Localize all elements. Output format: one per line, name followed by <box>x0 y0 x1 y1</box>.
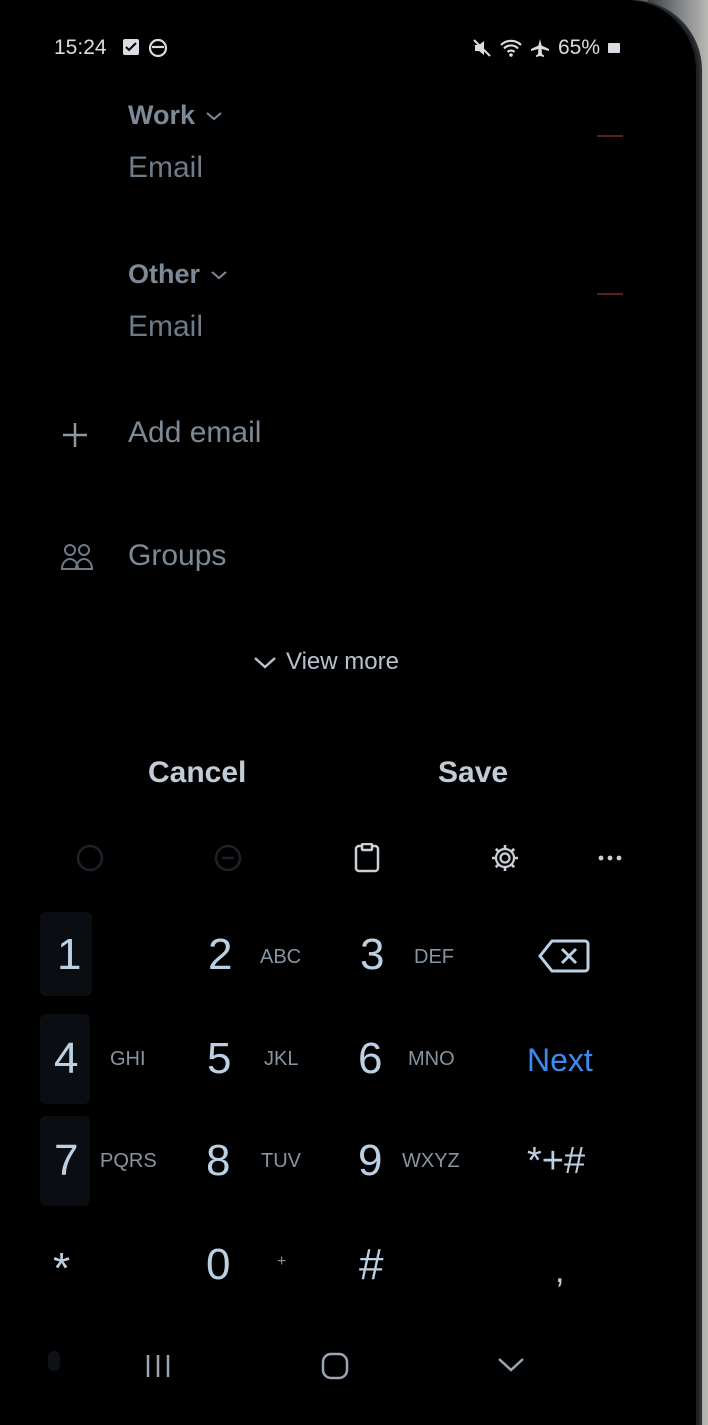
key-7-number: 7 <box>54 1136 79 1185</box>
key-5-number: 5 <box>207 1034 232 1083</box>
save-button[interactable]: Save <box>438 756 508 790</box>
microphone-icon[interactable] <box>42 1349 66 1383</box>
email-type-selector-other[interactable]: Other <box>128 259 228 290</box>
remove-email-other-button[interactable] <box>597 293 623 295</box>
key-4-number: 4 <box>54 1034 79 1083</box>
email-type-selector-work[interactable]: Work <box>128 100 223 131</box>
email-field-other: Other Email <box>128 259 228 344</box>
translate-icon[interactable] <box>208 838 248 878</box>
email-input-work[interactable]: Email <box>128 151 223 185</box>
key-3-number: 3 <box>360 930 385 979</box>
key-5-letters: JKL <box>264 1048 299 1070</box>
key-8-number: 8 <box>206 1136 231 1185</box>
key-9-number: 9 <box>358 1136 383 1185</box>
battery-icon <box>608 43 620 53</box>
key-6-number: 6 <box>358 1034 383 1083</box>
view-more-button[interactable]: View more <box>252 648 399 676</box>
checkbox-notification-icon <box>123 39 139 55</box>
comma-key[interactable]: , <box>555 1252 564 1291</box>
key-2-number: 2 <box>208 930 233 979</box>
symbols-key[interactable]: *+# <box>527 1140 585 1183</box>
remove-email-work-button[interactable] <box>597 135 623 137</box>
navigation-bar <box>0 1345 696 1395</box>
chevron-down-icon <box>211 270 227 279</box>
cancel-button[interactable]: Cancel <box>148 756 246 790</box>
key-6-letters: MNO <box>408 1048 455 1070</box>
keyboard-toolbar <box>0 838 696 878</box>
groups-icon <box>60 544 94 570</box>
add-email-button[interactable]: Add email <box>128 416 261 450</box>
key-7-letters: PQRS <box>100 1150 157 1172</box>
more-options-icon[interactable] <box>592 838 632 878</box>
app-notification-icon <box>148 38 168 58</box>
backspace-icon <box>538 939 590 973</box>
battery-percent: 65% <box>557 36 600 59</box>
home-icon[interactable] <box>320 1351 350 1381</box>
email-input-other[interactable]: Email <box>128 310 228 344</box>
backspace-key[interactable] <box>500 912 630 1002</box>
key-8-letters: TUV <box>261 1150 301 1172</box>
key-2-letters: ABC <box>260 946 302 968</box>
key-4-letters: GHI <box>110 1048 146 1070</box>
key-star[interactable]: * <box>53 1244 70 1294</box>
chevron-down-icon <box>206 111 222 120</box>
key-hash[interactable]: # <box>359 1240 383 1290</box>
key-1-number: 1 <box>57 930 82 979</box>
settings-gear-icon[interactable] <box>485 838 525 878</box>
key-9-letters: WXYZ <box>402 1150 460 1172</box>
airplane-mode-icon <box>530 39 549 57</box>
key-0-number: 0 <box>206 1240 231 1289</box>
key-3-letters: DEF <box>414 946 454 968</box>
wifi-icon <box>500 39 522 57</box>
recent-apps-icon[interactable] <box>144 1353 172 1379</box>
key-0-letters: + <box>277 1253 287 1270</box>
status-bar: 15:24 65% <box>54 34 620 64</box>
next-key[interactable]: Next <box>527 1042 593 1079</box>
hide-keyboard-chevron-icon[interactable] <box>496 1355 526 1375</box>
mute-icon <box>473 39 491 57</box>
chevron-down-icon <box>254 657 276 669</box>
email-field-work: Work Email <box>128 100 223 185</box>
groups-field[interactable]: Groups <box>128 539 226 573</box>
emoji-icon[interactable] <box>70 838 110 878</box>
phone-screen: 15:24 65% Work Email Other Email Add ema… <box>0 0 696 1425</box>
clipboard-icon[interactable] <box>347 838 387 878</box>
status-time: 15:24 <box>54 36 107 59</box>
plus-icon <box>63 423 87 447</box>
